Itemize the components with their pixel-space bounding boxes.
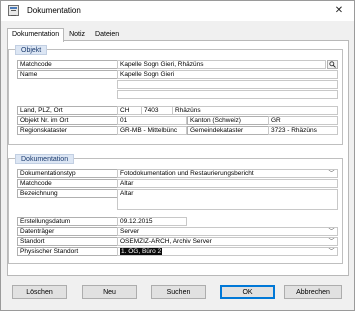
chevron-down-icon[interactable]: ﹀ [327,170,336,177]
regionskataster-field[interactable]: GR-MB - Mittelbünc [117,126,187,135]
objekt-legend: Objekt [15,45,48,55]
erstellungsdatum-field[interactable]: 09.12.2015 [117,217,187,226]
standort-select[interactable]: OSEMZIZ-ARCH, Archiv Server ﹀ [117,237,338,246]
standort-value: OSEMZIZ-ARCH, Archiv Server [120,238,212,245]
datentraeger-value: Server [120,228,140,235]
window-title: Dokumentation [27,6,81,15]
chevron-down-icon[interactable]: ﹀ [327,238,336,245]
matchcode-label: Matchcode [17,60,118,69]
name-field-2[interactable] [117,80,338,89]
suchen-button[interactable]: Suchen [151,285,206,299]
standort-label: Standort [17,237,118,246]
neu-button[interactable]: Neu [82,285,137,299]
search-icon[interactable] [327,60,338,69]
gemeindekataster-field[interactable]: 3723 - Rhäzüns [268,126,338,135]
app-icon [8,5,19,16]
ok-button[interactable]: OK [220,285,275,299]
plz-field[interactable]: 7403 [141,106,173,115]
loeschen-button[interactable]: Löschen [12,285,67,299]
land-plz-ort-label: Land, PLZ, Ort [17,106,118,115]
regionskataster-label: Regionskataster [17,126,118,135]
objekt-nr-field[interactable]: 01 [117,116,187,125]
datentraeger-label: Datenträger [17,227,118,236]
datentraeger-select[interactable]: Server ﹀ [117,227,338,236]
name-field[interactable]: Kapelle Sogn Gieri [117,70,338,79]
tab-dokumentation[interactable]: Dokumentation [7,28,65,42]
physischer-standort-label: Physischer Standort [17,247,118,256]
land-field[interactable]: CH [117,106,142,115]
physischer-standort-value: 1. OG, Büro 2 [120,248,163,255]
dokumentationstyp-label: Dokumentationstyp [17,169,118,178]
matchcode-field[interactable]: Kapelle Sogn Gieri, Rhäzüns [117,60,326,69]
abbrechen-button[interactable]: Abbrechen [284,285,342,299]
physischer-standort-select[interactable]: 1. OG, Büro 2 ﹀ [117,247,338,256]
bezeichnung-label: Bezeichnung [17,189,118,198]
bezeichnung-field[interactable]: Altar [117,189,338,210]
objekt-nr-label: Objekt Nr. im Ort [17,116,118,125]
erstellungsdatum-label: Erstellungsdatum [17,217,118,226]
chevron-down-icon[interactable]: ﹀ [327,248,336,255]
kanton-field[interactable]: GR [268,116,338,125]
dokumentationstyp-select[interactable]: Fotodokumentation und Restaurierungsberi… [117,169,338,178]
dokumentationstyp-value: Fotodokumentation und Restaurierungsberi… [120,170,254,177]
name-field-3[interactable] [117,90,338,99]
dokumentation-legend: Dokumentation [15,154,75,164]
dok-matchcode-field[interactable]: Altar [117,179,338,188]
chevron-down-icon[interactable]: ﹀ [327,228,336,235]
title-bar[interactable]: Dokumentation ✕ [1,1,354,21]
close-icon[interactable]: ✕ [328,2,350,19]
name-label: Name [17,70,118,79]
ort-field[interactable]: Rhäzüns [172,106,338,115]
dok-matchcode-label: Matchcode [17,179,118,188]
gemeindekataster-label: Gemeindekataster [187,126,269,135]
kanton-label: Kanton (Schweiz) [187,116,269,125]
